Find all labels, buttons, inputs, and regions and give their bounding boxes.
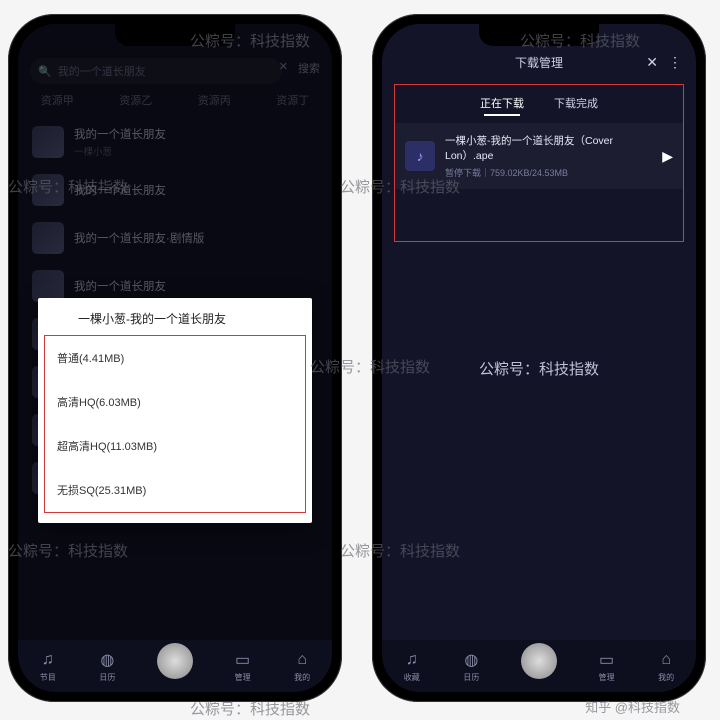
nav-center-play[interactable] (157, 643, 193, 679)
segment-tabs: 正在下载 下载完成 (395, 85, 683, 119)
nav-mine[interactable]: ⌂我的 (656, 650, 676, 683)
phone-left: 🔍 我的一个道长朋友 ✕ 搜索 资源甲 资源乙 资源丙 资源丁 我的一个道长朋友… (8, 14, 342, 702)
tab-downloaded[interactable]: 下载完成 (554, 95, 598, 111)
music-note-icon: ♫ (38, 650, 58, 670)
quality-option-normal[interactable]: 普通(4.41MB) (45, 336, 305, 380)
song-thumb (32, 222, 64, 254)
screen-right: 下载管理 ✕ ⋮ 正在下载 下载完成 ♪ 一棵小葱-我的一个道长朋友（Cover… (382, 24, 696, 692)
folder-icon: ▭ (597, 650, 617, 670)
download-status: 暂停下载｜759.02KB/24.53MB (445, 166, 652, 179)
song-thumb (32, 126, 64, 158)
search-input[interactable]: 我的一个道长朋友 (58, 63, 146, 79)
notch (479, 24, 599, 46)
tab-source-1[interactable]: 资源甲 (41, 92, 74, 108)
list-item[interactable]: 我的一个道长朋友 (18, 166, 332, 214)
tab-downloading[interactable]: 正在下载 (480, 95, 524, 111)
quality-options: 普通(4.41MB) 高清HQ(6.03MB) 超高清HQ(11.03MB) 无… (44, 335, 306, 513)
tab-source-3[interactable]: 资源丙 (198, 92, 231, 108)
play-icon[interactable]: ▶ (662, 148, 673, 165)
zhihu-credit: 知乎 @科技指数 (585, 697, 680, 716)
screen-left: 🔍 我的一个道长朋友 ✕ 搜索 资源甲 资源乙 资源丙 资源丁 我的一个道长朋友… (18, 24, 332, 692)
quality-option-shq[interactable]: 超高清HQ(11.03MB) (45, 424, 305, 468)
globe-icon: ◍ (461, 650, 481, 670)
search-bar[interactable]: 🔍 我的一个道长朋友 (30, 58, 282, 84)
clear-icon[interactable]: ✕ (279, 60, 288, 76)
nav-manage[interactable]: ▭管理 (233, 650, 253, 683)
tab-source-2[interactable]: 资源乙 (119, 92, 152, 108)
song-thumb (32, 174, 64, 206)
bottom-bar: ♫节目 ◍日历 ▭管理 ⌂我的 (18, 640, 332, 692)
shirt-icon: ⌂ (292, 650, 312, 670)
bottom-bar: ♫收藏 ◍日历 ▭管理 ⌂我的 (382, 640, 696, 692)
quality-option-hq[interactable]: 高清HQ(6.03MB) (45, 380, 305, 424)
page-title: 下载管理 (515, 54, 563, 71)
list-item[interactable]: 我的一个道长朋友·剧情版 (18, 214, 332, 262)
tab-source-4[interactable]: 资源丁 (276, 92, 309, 108)
tools-icon[interactable]: ✕ (646, 54, 658, 71)
nav-mine[interactable]: ⌂我的 (292, 650, 312, 683)
shirt-icon: ⌂ (656, 650, 676, 670)
quality-dialog: 一棵小葱-我的一个道长朋友 普通(4.41MB) 高清HQ(6.03MB) 超高… (38, 298, 312, 523)
nav-manage[interactable]: ▭管理 (597, 650, 617, 683)
nav-calendar[interactable]: ◍日历 (97, 650, 117, 683)
nav-programs[interactable]: ♫节目 (38, 650, 58, 683)
header-bar: 下载管理 ✕ ⋮ (382, 54, 696, 71)
file-music-icon: ♪ (405, 141, 435, 171)
folder-icon: ▭ (233, 650, 253, 670)
nav-center-play[interactable] (521, 643, 557, 679)
center-watermark: 公粽号：科技指数 (382, 358, 696, 379)
search-icon: 🔍 (38, 65, 52, 78)
phone-right: 下载管理 ✕ ⋮ 正在下载 下载完成 ♪ 一棵小葱-我的一个道长朋友（Cover… (372, 14, 706, 702)
download-section: 正在下载 下载完成 ♪ 一棵小葱-我的一个道长朋友（Cover Lon）.ape… (394, 84, 684, 242)
search-action[interactable]: 搜索 (298, 60, 320, 76)
nav-favorite[interactable]: ♫收藏 (402, 650, 422, 683)
music-note-icon: ♫ (402, 650, 422, 670)
list-item[interactable]: 我的一个道长朋友一棵小葱 (18, 118, 332, 166)
nav-calendar[interactable]: ◍日历 (461, 650, 481, 683)
download-filename: 一棵小葱-我的一个道长朋友（Cover Lon）.ape (445, 133, 652, 163)
dialog-title: 一棵小葱-我的一个道长朋友 (38, 308, 312, 335)
download-item[interactable]: ♪ 一棵小葱-我的一个道长朋友（Cover Lon）.ape 暂停下载｜759.… (395, 123, 683, 189)
notch (115, 24, 235, 46)
quality-option-sq[interactable]: 无损SQ(25.31MB) (45, 468, 305, 512)
source-tabs: 资源甲 资源乙 资源丙 资源丁 (18, 92, 332, 108)
globe-icon: ◍ (97, 650, 117, 670)
more-icon[interactable]: ⋮ (668, 54, 682, 71)
